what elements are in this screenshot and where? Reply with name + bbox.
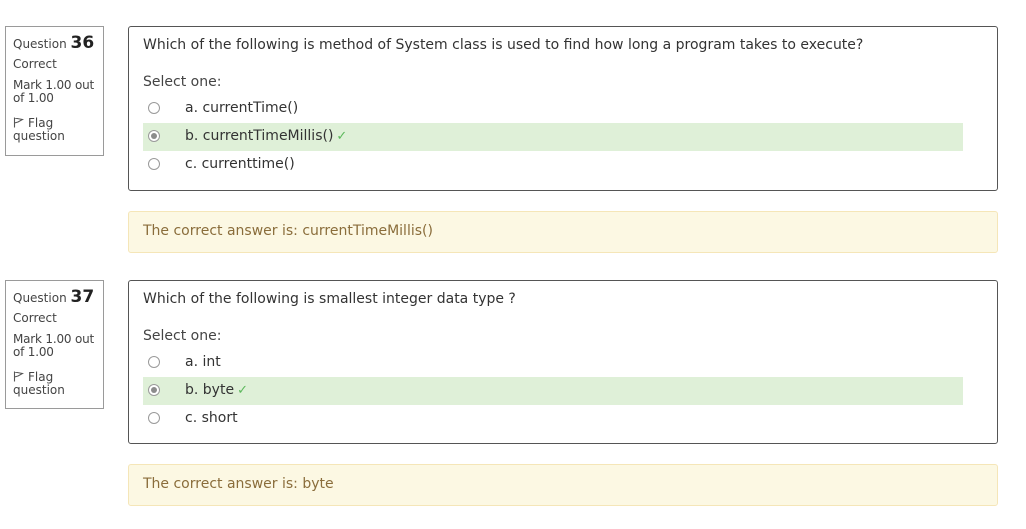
question-number: 37 (70, 287, 95, 307)
question-label: Question (13, 37, 67, 51)
question-grade: Mark 1.00 out of 1.00 (13, 332, 94, 359)
question-info: Question 36 Correct Mark 1.00 out of 1.0… (5, 26, 104, 156)
answer-option-label: b. currentTimeMillis() (185, 128, 334, 144)
answer-option-label: c. short (185, 410, 238, 426)
radio-button[interactable] (148, 158, 160, 170)
answer-option-selected[interactable]: b. currentTimeMillis() ✓ (143, 123, 963, 151)
correct-answer-feedback: The correct answer is: byte (128, 464, 998, 506)
question-text: Which of the following is smallest integ… (143, 291, 516, 307)
radio-button-checked[interactable] (148, 130, 160, 142)
answer-option[interactable]: a. int (143, 349, 963, 377)
question-info: Question 37 Correct Mark 1.00 out of 1.0… (5, 280, 104, 409)
flag-icon (13, 371, 24, 382)
flag-question-link[interactable]: Flag question (13, 371, 96, 397)
question-formulation: Which of the following is method of Syst… (128, 26, 998, 191)
answer-option[interactable]: c. currenttime() (143, 151, 963, 179)
flag-question-link[interactable]: Flag question (13, 117, 96, 143)
answer-options: a. currentTime() b. currentTimeMillis() ✓… (143, 95, 963, 179)
correct-answer-feedback: The correct answer is: currentTimeMillis… (128, 211, 998, 253)
answer-prompt: Select one: (143, 328, 222, 344)
radio-button[interactable] (148, 412, 160, 424)
question-text: Which of the following is method of Syst… (143, 37, 864, 53)
radio-button[interactable] (148, 356, 160, 368)
check-icon: ✓ (237, 383, 248, 398)
question-state: Correct (13, 311, 57, 325)
answer-prompt: Select one: (143, 74, 222, 90)
answer-options: a. int b. byte ✓ c. short (143, 349, 963, 433)
check-icon: ✓ (336, 129, 348, 144)
answer-option[interactable]: a. currentTime() (143, 95, 963, 123)
feedback-text: The correct answer is: currentTimeMillis… (143, 223, 433, 239)
answer-option-label: a. int (185, 354, 221, 370)
answer-option-label: b. byte (185, 382, 235, 398)
feedback-text: The correct answer is: byte (143, 476, 334, 492)
answer-option-selected[interactable]: b. byte ✓ (143, 377, 963, 405)
question-label: Question (13, 291, 67, 305)
answer-option-label: c. currenttime() (185, 156, 295, 172)
radio-button[interactable] (148, 102, 160, 114)
radio-button-checked[interactable] (148, 384, 160, 396)
question-grade: Mark 1.00 out of 1.00 (13, 78, 94, 105)
answer-option[interactable]: c. short (143, 405, 963, 433)
question-number: 36 (70, 33, 95, 53)
flag-icon (13, 117, 24, 128)
answer-option-label: a. currentTime() (185, 100, 299, 116)
question-formulation: Which of the following is smallest integ… (128, 280, 998, 444)
question-state: Correct (13, 57, 57, 71)
